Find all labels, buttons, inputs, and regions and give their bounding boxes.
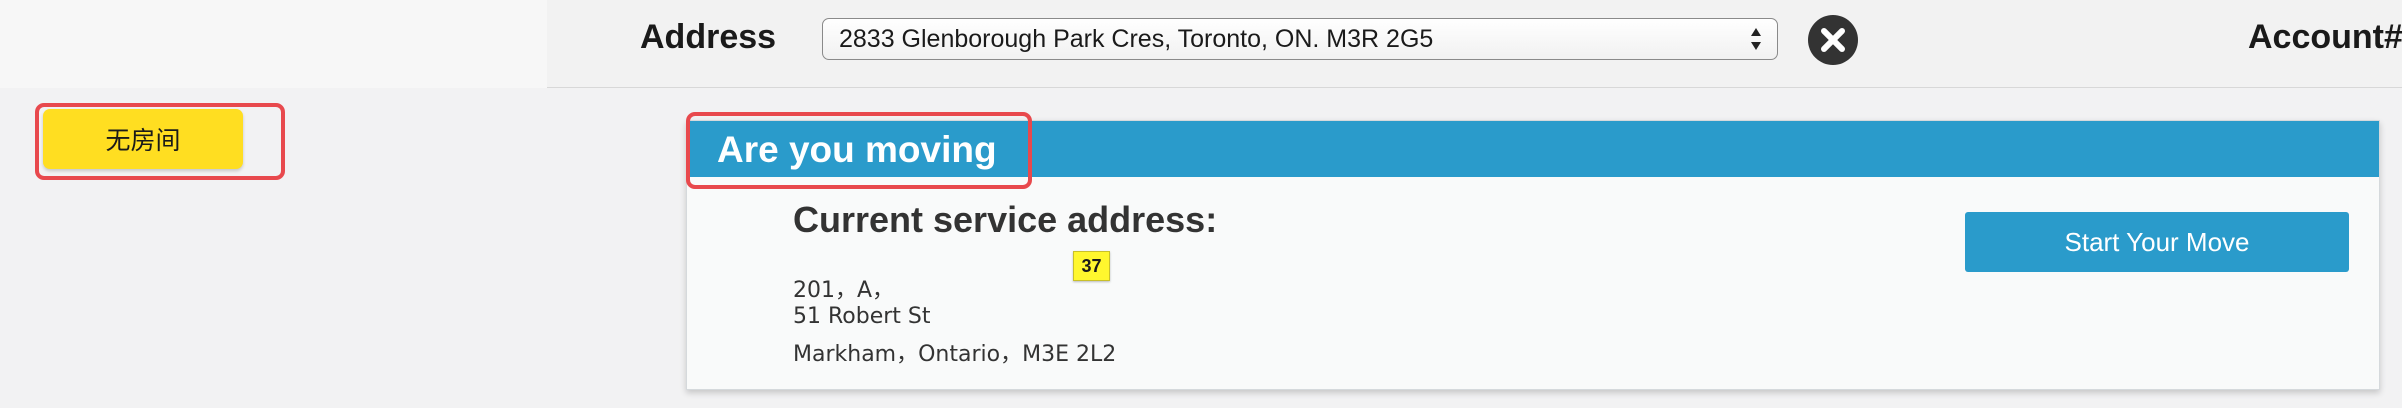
selected-address-text: 2833 Glenborough Park Cres, Toronto, ON.… bbox=[839, 25, 1434, 53]
top-header: Address 2833 Glenborough Park Cres, Toro… bbox=[0, 0, 2402, 88]
service-address-line-1: 201，A， bbox=[793, 278, 895, 303]
service-address-line-2: 51 Robert St bbox=[793, 304, 931, 329]
select-arrows-icon bbox=[1751, 28, 1761, 50]
start-your-move-button[interactable]: Start Your Move bbox=[1965, 212, 2349, 272]
close-circle-icon[interactable] bbox=[1808, 15, 1858, 65]
service-address-heading: Current service address: bbox=[793, 199, 1218, 240]
address-label: Address bbox=[640, 18, 777, 56]
account-label: Account# bbox=[2248, 18, 2402, 56]
count-badge: 37 bbox=[1073, 251, 1110, 281]
no-room-button[interactable]: 无房间 bbox=[43, 109, 243, 169]
header-left-panel bbox=[0, 0, 547, 88]
close-glyph-icon bbox=[1821, 28, 1845, 52]
moving-title-highlight bbox=[686, 112, 1032, 189]
address-select[interactable]: 2833 Glenborough Park Cres, Toronto, ON.… bbox=[822, 18, 1778, 60]
service-address-line-3: Markham，Ontario，M3E 2L2 bbox=[793, 342, 1117, 367]
